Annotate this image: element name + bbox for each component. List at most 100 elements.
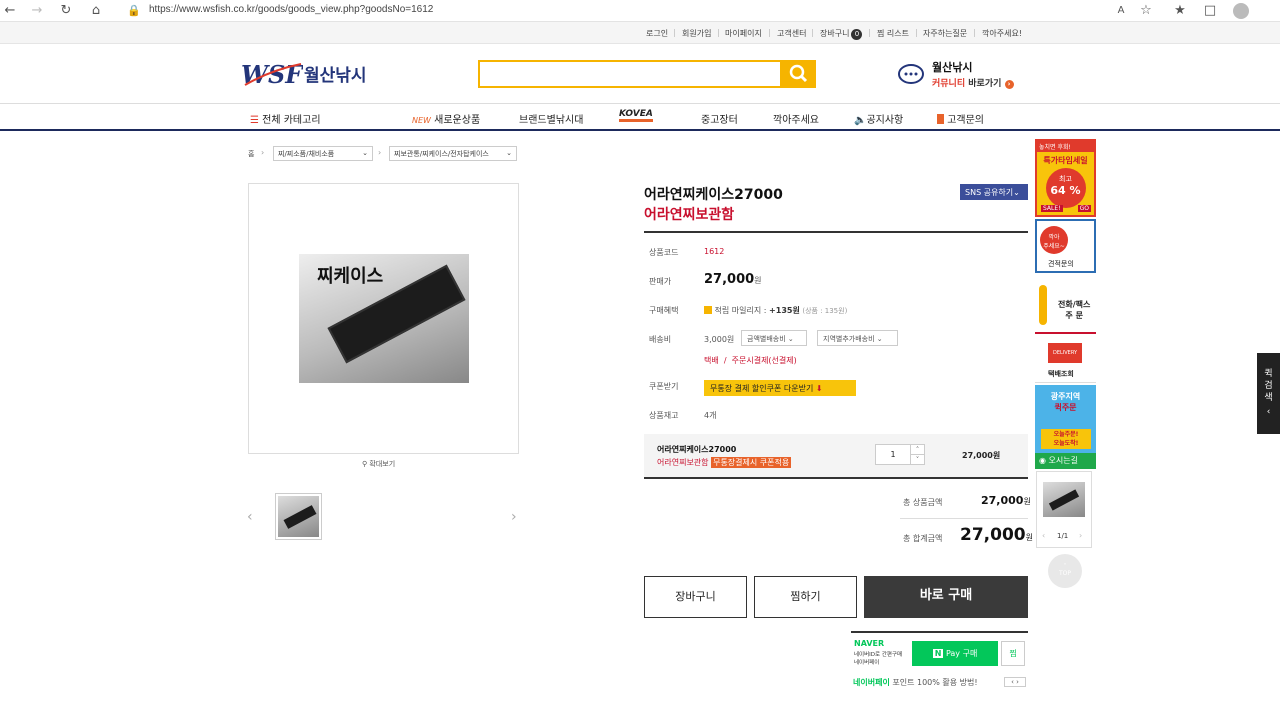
product-main-image[interactable]: 찌케이스 — [248, 183, 519, 454]
logo-text: 월산낚시 — [304, 66, 367, 86]
wishlist-button[interactable]: 찜하기 — [754, 576, 857, 618]
promo-pager[interactable]: ‹ › — [1004, 677, 1026, 687]
ship-option-region[interactable]: 지역별추가배송비 ⌄ — [817, 330, 898, 346]
gallery-prev-icon[interactable]: ‹ — [247, 509, 253, 525]
chevron-down-icon: ˅ — [915, 456, 920, 464]
chevron-down-icon: ⌄ — [506, 149, 512, 157]
naver-wish-button[interactable]: 찜 — [1001, 641, 1025, 666]
home-icon[interactable]: ⌂ — [88, 3, 104, 19]
product-code: 1612 — [704, 247, 725, 256]
option-name: 어라연찌케이스27000 — [657, 445, 737, 454]
product-name: 어라연찌케이스27000 — [644, 187, 783, 203]
breadcrumb-home[interactable]: 홈 — [248, 149, 254, 159]
magnifier-icon: ⚲ — [362, 460, 368, 468]
location-pin-icon: ◉ — [1039, 456, 1046, 465]
recent-thumbnail[interactable] — [1043, 482, 1085, 517]
total-sum-price: 27,000원 — [960, 525, 1033, 545]
util-faq[interactable]: 자주하는질문 — [923, 28, 967, 39]
mileage-icon — [704, 306, 712, 314]
shipping-cost: 3,000원 — [704, 335, 735, 344]
chat-bubble-icon — [898, 64, 924, 84]
collections-icon[interactable]: □ — [1202, 3, 1218, 19]
util-cs[interactable]: 고객센터 — [777, 28, 806, 39]
zoom-link[interactable]: ⚲ 확대보기 — [362, 459, 395, 469]
quantity-input[interactable]: 1 — [875, 444, 911, 465]
recent-viewed-box: ‹ 1/1 › — [1036, 471, 1092, 548]
chevron-down-icon: ⌄ — [787, 335, 794, 343]
download-icon: ⬇ — [815, 384, 823, 393]
gallery-thumbnail[interactable] — [275, 493, 322, 540]
nav-used[interactable]: 중고장터 — [701, 111, 738, 126]
search-input[interactable] — [478, 60, 782, 88]
logo-mark-icon: WSF — [241, 60, 304, 89]
clipboard-icon — [937, 114, 944, 124]
favorites-bar-icon[interactable]: ★ — [1172, 3, 1188, 19]
recent-next-icon[interactable]: › — [1079, 531, 1082, 540]
community-link[interactable]: 월산낚시 커뮤니티 바로가기 › — [897, 59, 1019, 91]
mileage-benefit: 적립 마일리지 : +135원 (상품 : 135원) — [704, 305, 847, 316]
arrow-right-icon: › — [1004, 80, 1014, 89]
nav-haggle[interactable]: 깍아주세요 — [773, 111, 819, 126]
nav-new-items[interactable]: NEW 새로운상품 — [412, 111, 480, 126]
banner-directions[interactable]: ◉ 오시는길 — [1035, 453, 1096, 469]
cart-count-badge: 0 — [851, 29, 863, 40]
product-photo: 찌케이스 — [299, 254, 469, 383]
nav-notice[interactable]: 🔈공지사항 — [854, 111, 903, 126]
favorite-icon[interactable]: ☆ — [1138, 3, 1154, 19]
util-haggle[interactable]: 깍아주세요! — [982, 28, 1022, 39]
svg-text:WSF: WSF — [241, 60, 303, 88]
quick-search-tab[interactable]: 퀵검색 ‹ — [1257, 353, 1280, 434]
util-cart[interactable]: 장바구니 0 — [820, 28, 863, 40]
add-to-cart-button[interactable]: 장바구니 — [644, 576, 747, 618]
chevron-down-icon: ⌄ — [362, 149, 368, 157]
ship-option-amount[interactable]: 금액별배송비 ⌄ — [741, 330, 807, 346]
util-login[interactable]: 로그인 — [646, 28, 668, 39]
main-nav: ☰ 전체 카테고리 NEW 새로운상품 브랜드별낚시대 KOVEA 중고장터 깍… — [0, 103, 1280, 131]
quantity-stepper[interactable]: ˄ ˅ — [911, 444, 925, 465]
util-wishlist[interactable]: 찜 리스트 — [877, 28, 909, 39]
breadcrumb-cat2[interactable]: 찌보관통/찌케이스/전자탑케이스 ⌄ — [389, 146, 517, 161]
util-mypage[interactable]: 마이페이지 — [725, 28, 762, 39]
naver-pay-button[interactable]: N Pay 구매 — [912, 641, 998, 666]
coupon-download-button[interactable]: 무통장 결제 할인쿠폰 다운받기 ⬇ — [704, 380, 856, 396]
nav-all-categories[interactable]: ☰ 전체 카테고리 — [250, 111, 321, 126]
breadcrumb-cat1[interactable]: 찌/찌소품/채비소품 ⌄ — [273, 146, 373, 161]
scroll-top-button[interactable]: ˄ TOP — [1048, 554, 1082, 588]
chevron-down-icon: ⌄ — [1013, 188, 1020, 197]
recent-page: 1/1 — [1057, 532, 1069, 540]
util-join[interactable]: 회원가입 — [682, 28, 711, 39]
total-goods-price: 27,000원 — [981, 494, 1031, 507]
read-aloud-icon[interactable]: A — [1113, 3, 1129, 19]
naver-pay-promo[interactable]: 네이버페이 포인트 100% 활용 방법! — [853, 677, 978, 688]
product-subtitle: 어라연찌보관함 — [644, 207, 735, 223]
nav-brand[interactable]: 브랜드별낚시대 — [519, 111, 583, 126]
banner-timesale[interactable]: 놓치면 후회! 특가타임세일 최고 64 % SALE! GO — [1035, 139, 1096, 217]
truck-icon: DELIVERY — [1048, 343, 1082, 363]
divider — [644, 231, 1028, 233]
banner-delivery-tracking[interactable]: DELIVERY 택배조회 — [1035, 337, 1096, 383]
banner-quick-order[interactable]: 광주지역 퀵주문 오늘주문! 오늘도착! — [1035, 385, 1096, 453]
speaker-icon: 🔈 — [854, 115, 867, 126]
nav-kovea[interactable]: KOVEA — [619, 109, 653, 122]
option-price: 27,000원 — [962, 451, 1001, 460]
coupon-tag: 무통장결제시 쿠폰적용 — [711, 457, 792, 468]
search-icon — [789, 64, 808, 83]
banner-haggle[interactable]: 깍아 주세요~ 견적문의 — [1035, 219, 1096, 273]
sns-share-button[interactable]: SNS 공유하기⌄ — [960, 184, 1028, 200]
shipping-method: 택배 / 주문시결제(선결제) — [704, 356, 797, 365]
chevron-up-icon: ˄ — [911, 445, 924, 455]
nav-qna[interactable]: 고객문의 — [937, 111, 984, 126]
recent-prev-icon[interactable]: ‹ — [1042, 531, 1045, 540]
buy-now-button[interactable]: 바로 구매 — [864, 576, 1028, 618]
back-icon[interactable]: ← — [2, 3, 18, 19]
forward-icon[interactable]: → — [29, 3, 45, 19]
gallery-next-icon[interactable]: › — [511, 509, 517, 525]
browser-toolbar: ← → ↻ ⌂ 🔒 https://www.wsfish.co.kr/goods… — [0, 0, 1280, 22]
profile-avatar[interactable] — [1233, 3, 1249, 19]
address-bar[interactable]: https://www.wsfish.co.kr/goods/goods_vie… — [149, 4, 433, 15]
reload-icon[interactable]: ↻ — [58, 3, 74, 19]
selected-option: 어라연찌케이스27000 어라연찌보관함 무통장결제시 쿠폰적용 27,000원 — [644, 434, 1028, 479]
search-button[interactable] — [782, 60, 816, 88]
naver-pay-box: NAVER 네이버ID로 간편구매 네이버페이 N Pay 구매 찜 — [851, 631, 1028, 668]
banner-phone-order[interactable]: 전화/팩스 주 문 — [1035, 277, 1096, 334]
